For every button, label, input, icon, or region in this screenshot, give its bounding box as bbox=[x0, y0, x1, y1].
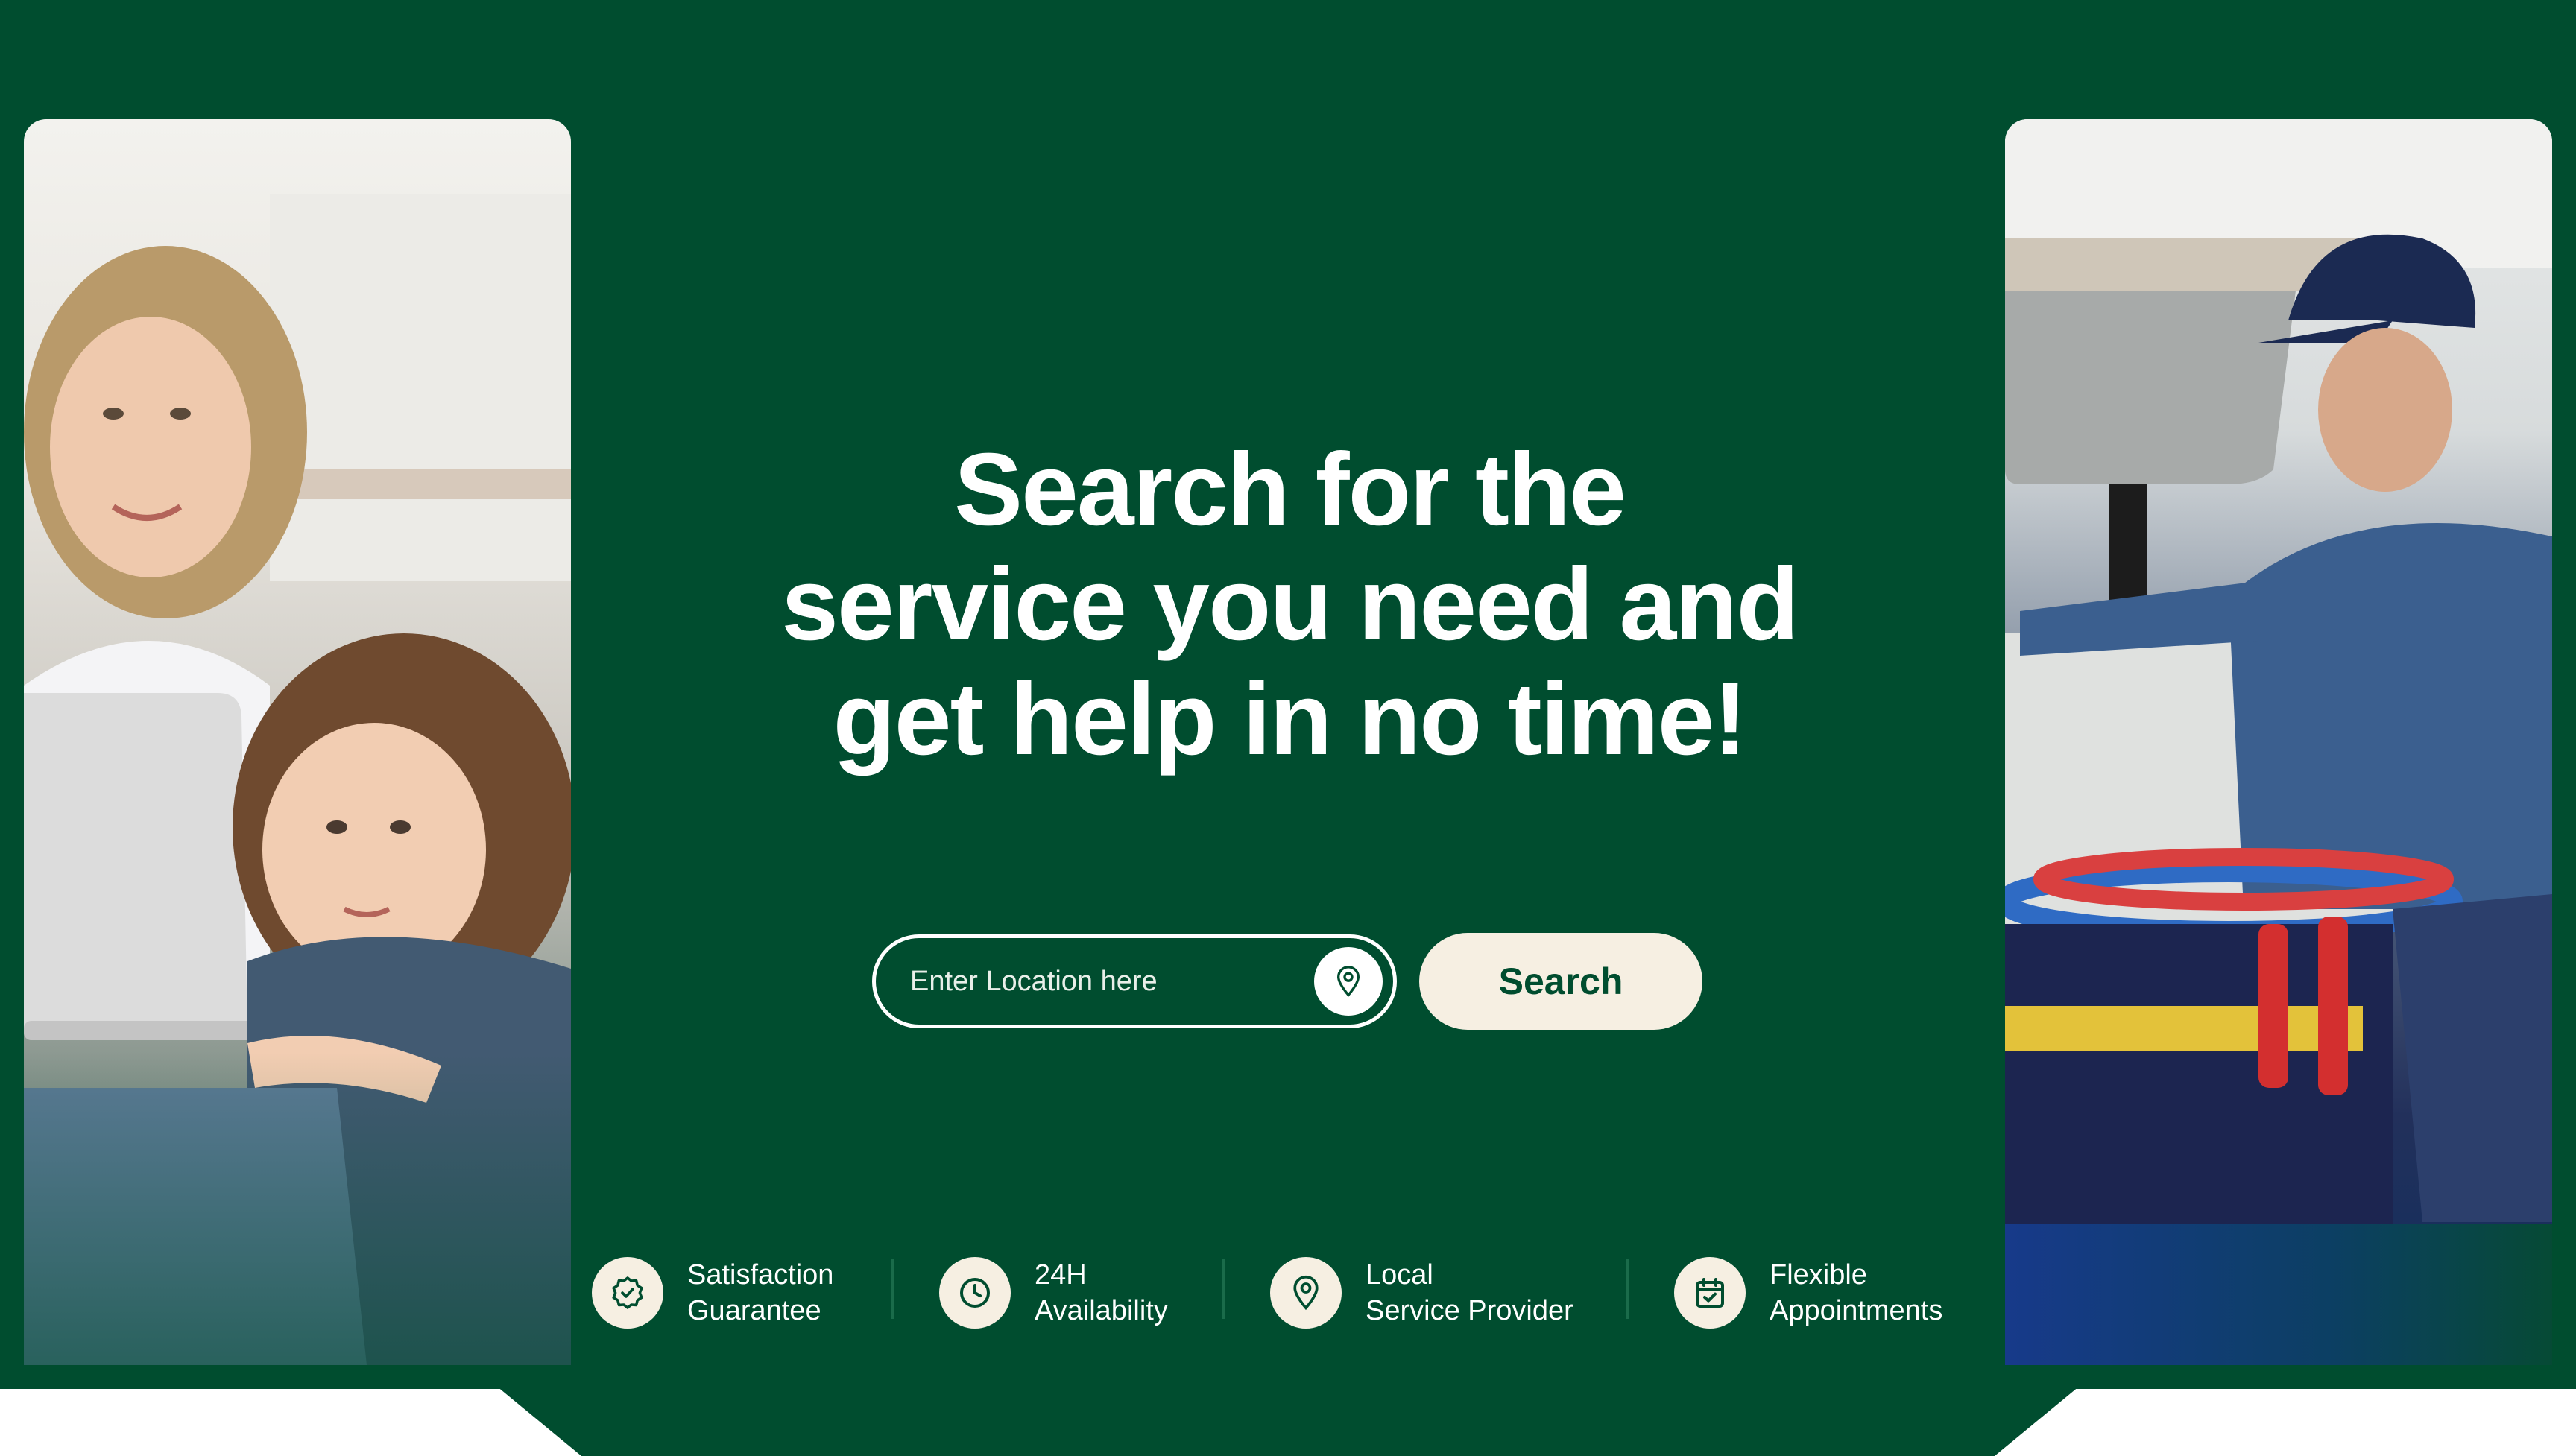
feature-divider bbox=[891, 1259, 894, 1319]
feature-label-line-2: Guarantee bbox=[687, 1295, 821, 1326]
feature-label: Local Service Provider bbox=[1366, 1257, 1573, 1329]
feature-label: Satisfaction Guarantee bbox=[687, 1257, 833, 1329]
hero-heading-line-3: get help in no time! bbox=[833, 662, 1748, 776]
features-bar: Satisfaction Guarantee 24H Availability bbox=[0, 1252, 2576, 1334]
calendar-check-icon bbox=[1696, 1278, 1724, 1308]
map-pin-icon bbox=[1336, 966, 1360, 997]
feature-icon-badge bbox=[939, 1257, 1011, 1329]
clock-icon bbox=[960, 1278, 990, 1308]
feature-label-line-1: Flexible bbox=[1770, 1259, 1867, 1291]
page: Search for the service you need and get … bbox=[0, 0, 2576, 1456]
feature-label-line-1: 24H bbox=[1035, 1259, 1087, 1291]
feature-label-line-2: Service Provider bbox=[1366, 1295, 1573, 1326]
location-pin-button[interactable] bbox=[1314, 947, 1383, 1016]
verified-badge-icon bbox=[612, 1276, 643, 1309]
mother-daughter-laptop-photo bbox=[24, 119, 571, 1365]
feature-icon-badge bbox=[1674, 1257, 1746, 1329]
feature-icon-badge bbox=[592, 1257, 663, 1329]
photo-right-illustration bbox=[2005, 119, 2552, 1365]
location-input[interactable] bbox=[909, 964, 1284, 998]
bottom-left-tab-shape bbox=[0, 1389, 581, 1456]
feature-satisfaction-guarantee: Satisfaction Guarantee bbox=[592, 1252, 833, 1334]
hero-heading: Search for the service you need and get … bbox=[671, 432, 1908, 776]
hero-heading-line-1: Search for the bbox=[954, 432, 1626, 547]
feature-flexible-appointments: Flexible Appointments bbox=[1674, 1252, 1942, 1334]
hero-heading-line-2: service you need and bbox=[781, 547, 1799, 662]
feature-label-line-1: Local bbox=[1366, 1259, 1433, 1291]
feature-divider bbox=[1626, 1259, 1629, 1319]
feature-label-line-2: Appointments bbox=[1770, 1295, 1943, 1326]
map-pin-icon bbox=[1293, 1276, 1319, 1311]
bottom-right-tab-shape bbox=[1995, 1389, 2576, 1456]
feature-divider bbox=[1222, 1259, 1225, 1319]
feature-24h-availability: 24H Availability bbox=[939, 1252, 1168, 1334]
plumber-sink-photo bbox=[2005, 119, 2552, 1365]
feature-label-line-2: Availability bbox=[1035, 1295, 1168, 1326]
feature-label: 24H Availability bbox=[1035, 1257, 1168, 1329]
location-field bbox=[872, 934, 1397, 1028]
feature-icon-badge bbox=[1270, 1257, 1342, 1329]
search-button[interactable]: Search bbox=[1419, 933, 1702, 1030]
feature-local-service-provider: Local Service Provider bbox=[1270, 1252, 1573, 1334]
feature-label: Flexible Appointments bbox=[1770, 1257, 1942, 1329]
feature-label-line-1: Satisfaction bbox=[687, 1259, 834, 1291]
